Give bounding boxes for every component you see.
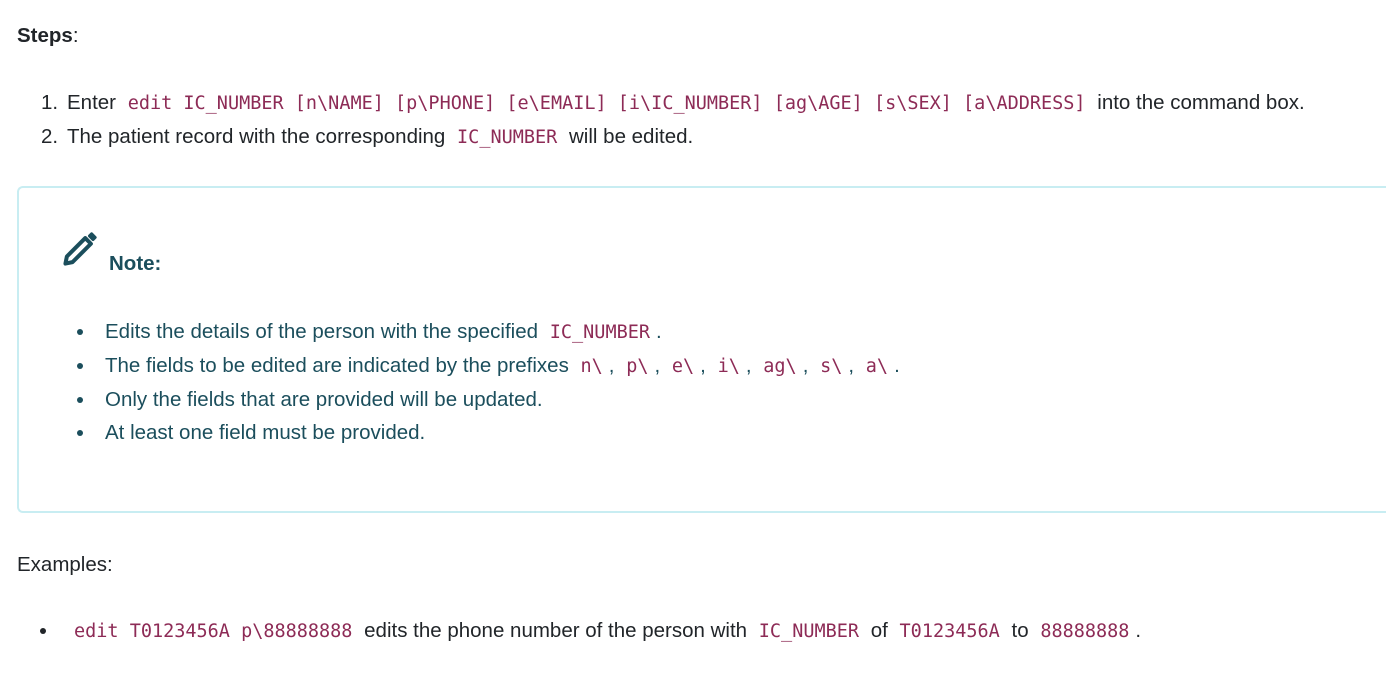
examples-list: edit T0123456A p\88888888 edits the phon… [39, 614, 1142, 648]
example-command-code: edit T0123456A p\88888888 [74, 621, 353, 642]
note-text: Edits the details of the person with the… [105, 320, 539, 343]
phone-value-code: 88888888 [1040, 621, 1130, 642]
note-text: The fields to be edited are indicated by… [105, 354, 569, 377]
prefix-code: i\ [717, 356, 740, 377]
step-number: 2. [41, 125, 59, 148]
step-text: The patient record with the correspondin… [67, 125, 446, 148]
example-text: edits the phone number of the person wit… [364, 619, 748, 642]
pencil-icon [58, 225, 104, 271]
steps-heading: Steps: [17, 22, 79, 50]
steps-heading-label: Steps [17, 24, 73, 47]
command-format-code: edit IC_NUMBER [n\NAME] [p\PHONE] [e\EMA… [127, 93, 1086, 114]
note-item: Only the fields that are provided will b… [77, 383, 900, 416]
note-item: Edits the details of the person with the… [77, 315, 900, 349]
example-text: to [1011, 619, 1029, 642]
ic-number-code: IC_NUMBER [549, 322, 650, 343]
note-punct: . [894, 354, 900, 377]
prefix-code: p\ [626, 356, 649, 377]
note-item: At least one field must be provided. [77, 416, 900, 449]
step-text: will be edited. [569, 125, 694, 148]
step-text: Enter [67, 91, 116, 114]
separator: , [654, 354, 661, 377]
examples-heading: Examples: [17, 553, 113, 576]
steps-list: 1. Enter edit IC_NUMBER [n\NAME] [p\PHON… [41, 86, 1386, 154]
step-text: into the command box. [1097, 91, 1305, 114]
example-punct: . [1135, 619, 1142, 642]
prefix-code: n\ [580, 356, 603, 377]
separator: , [802, 354, 809, 377]
separator: , [700, 354, 706, 377]
separator: , [848, 354, 855, 377]
note-title: Note: [109, 252, 162, 275]
note-text: Only the fields that are provided will b… [105, 388, 543, 411]
prefix-code: e\ [671, 356, 695, 377]
example-item: edit T0123456A p\88888888 edits the phon… [39, 614, 1142, 648]
step-number: 1. [41, 91, 59, 114]
steps-heading-colon: : [72, 24, 79, 47]
step-item: 2. The patient record with the correspon… [41, 120, 1386, 154]
note-callout: Note: Edits the details of the person wi… [17, 186, 1386, 513]
ic-value-code: T0123456A [899, 621, 1000, 642]
note-text: At least one field must be provided. [105, 421, 426, 444]
ic-number-code: IC_NUMBER [457, 127, 558, 148]
prefix-code: a\ [865, 356, 889, 377]
separator: , [608, 354, 615, 377]
note-item: The fields to be edited are indicated by… [77, 349, 900, 383]
prefix-code: ag\ [763, 356, 797, 377]
separator: , [745, 354, 752, 377]
note-list: Edits the details of the person with the… [77, 315, 900, 449]
note-punct: . [656, 320, 662, 343]
example-text: of [870, 619, 888, 642]
prefix-code: s\ [820, 356, 843, 377]
step-item: 1. Enter edit IC_NUMBER [n\NAME] [p\PHON… [41, 86, 1386, 120]
ic-number-code: IC_NUMBER [758, 621, 860, 642]
